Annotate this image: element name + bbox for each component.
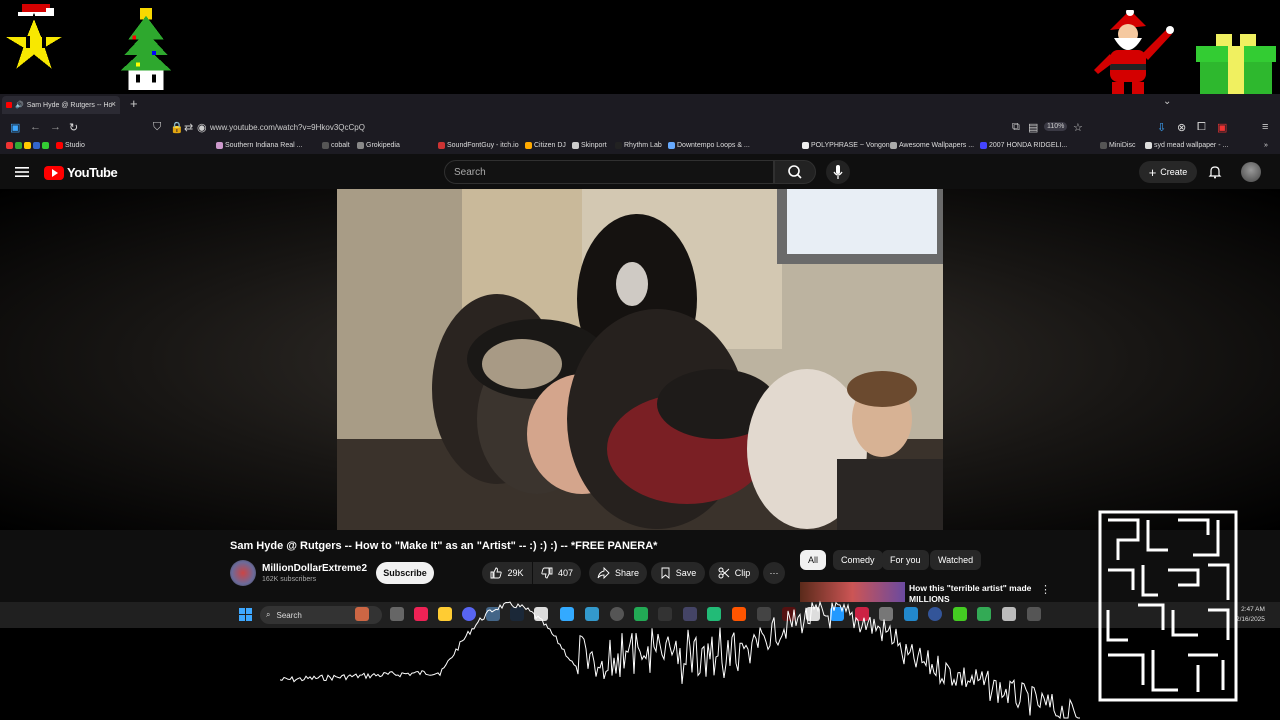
browser-tab-active[interactable]: 🔊 Sam Hyde @ Rutgers -- Ho × (2, 96, 120, 114)
clip-label: Clip (734, 568, 751, 578)
plus-icon: + (1148, 164, 1157, 180)
speaker-icon[interactable]: 🔊 (15, 101, 24, 109)
search-input[interactable] (445, 161, 773, 183)
search-box (444, 160, 774, 184)
back-arrow-icon[interactable]: ← (30, 121, 41, 133)
audio-waveform-visualizer (280, 600, 1080, 720)
clip-icon (718, 567, 730, 579)
create-button[interactable]: + Create (1139, 161, 1197, 183)
app-menu-icon[interactable]: ≡ (1262, 121, 1268, 133)
youtube-play-icon (44, 165, 64, 180)
share-button[interactable]: Share (589, 562, 647, 584)
video-player[interactable] (0, 189, 1280, 530)
share-label: Share (614, 568, 640, 578)
forward-arrow-icon[interactable]: → (50, 121, 61, 133)
bookmark-item[interactable]: Skinport (572, 142, 607, 149)
clip-button[interactable]: Clip (709, 562, 759, 584)
voice-search-button[interactable] (826, 160, 850, 184)
bookmark-item[interactable]: Southern Indiana Real ... (216, 142, 302, 149)
youtube-favicon-icon (6, 102, 12, 108)
account-avatar[interactable] (1241, 162, 1261, 182)
list-all-tabs-chevron-icon[interactable]: ⌄ (1163, 96, 1171, 107)
bookmark-item[interactable]: Rhythm Lab (615, 142, 662, 149)
youtube-logo-text: YouTube (67, 165, 118, 180)
youtube-logo[interactable]: YouTube (44, 165, 118, 180)
more-actions-button[interactable]: ··· (763, 562, 785, 584)
windows-start-icon[interactable] (239, 608, 252, 621)
bookmark-star-icon[interactable]: ☆ (1073, 121, 1083, 134)
reload-icon[interactable]: ↻ (69, 121, 78, 134)
shield-icon[interactable]: ⛉ (153, 121, 161, 134)
bookmark-item[interactable]: MiniDisc (1100, 142, 1135, 149)
dislike-count: 407 (557, 568, 574, 578)
bookmark-item[interactable]: Awesome Wallpapers ... (890, 142, 974, 149)
close-tab-icon[interactable]: × (111, 99, 116, 109)
bookmark-item[interactable]: Citizen DJ (525, 142, 566, 149)
extension-badge-icon[interactable]: ▣ (1217, 121, 1227, 134)
bookmark-item[interactable]: cobalt (322, 142, 350, 149)
search-icon (788, 165, 802, 179)
subscriber-count: 162K subscribers (262, 576, 317, 583)
bell-icon[interactable] (1208, 165, 1222, 179)
lock-icon[interactable]: 🔒 (170, 121, 184, 134)
zoom-level-badge[interactable]: 110% (1044, 122, 1068, 131)
chip-for-you[interactable]: For you (882, 550, 929, 570)
waveform-line (280, 600, 1080, 720)
menu-icon[interactable] (14, 164, 30, 180)
permissions-icon[interactable]: ⇄ (184, 121, 193, 134)
channel-name[interactable]: MillionDollarExtreme2 (262, 563, 367, 574)
url-field[interactable]: www.youtube.com/watch?v=9Hkov3QcCpQ (210, 123, 365, 132)
video-frame[interactable] (337, 189, 943, 530)
sidebar-toggle-icon[interactable]: ▣ (10, 121, 20, 134)
subscribe-button[interactable]: Subscribe (376, 562, 434, 584)
dislike-button[interactable]: 407 (533, 562, 581, 584)
media-icon[interactable]: ◉ (197, 121, 207, 134)
bookmarks-overflow-icon[interactable]: » (1264, 142, 1268, 149)
clock-date: 2/16/2025 (1236, 616, 1265, 623)
ublock-icon[interactable]: ⊗ (1177, 121, 1186, 134)
bookmark-item[interactable]: 2007 HONDA RIDGELI... (980, 142, 1067, 149)
video-title: Sam Hyde @ Rutgers -- How to "Make It" a… (230, 540, 658, 552)
channel-avatar[interactable] (230, 560, 256, 586)
tab-strip: 🔊 Sam Hyde @ Rutgers -- Ho × + ⌄ (0, 94, 1280, 114)
search-button[interactable] (774, 160, 816, 184)
chip-all[interactable]: All (800, 550, 827, 570)
clock-time: 2:47 AM (1241, 606, 1265, 613)
save-button[interactable]: Save (651, 562, 705, 584)
like-count: 29K (507, 568, 524, 578)
new-tab-button[interactable]: + (130, 96, 138, 111)
like-icon (491, 567, 503, 579)
search-icon: ⌕ (266, 610, 271, 619)
browser-window: 🔊 Sam Hyde @ Rutgers -- Ho × + ⌄ ▣ ← → ↻… (0, 94, 1280, 602)
mic-icon (833, 165, 843, 179)
reader-view-icon[interactable]: ▤ (1028, 121, 1038, 134)
system-clock[interactable]: 2:47 AM 2/16/2025 (1236, 605, 1265, 625)
share-icon (597, 567, 610, 579)
bookmark-item[interactable]: Downtempo Loops & ... (668, 142, 750, 149)
like-button[interactable]: 29K (482, 562, 532, 584)
youtube-header: YouTube + Create (0, 156, 1280, 188)
save-label: Save (675, 568, 697, 578)
downloads-icon[interactable]: ⇩ (1157, 121, 1166, 134)
extensions-icon[interactable]: ⧠ (1197, 121, 1206, 134)
bookmark-item[interactable]: Grokipedia (357, 142, 400, 149)
dislike-icon (541, 567, 553, 579)
bookmark-item[interactable]: Studio (56, 142, 85, 149)
create-label: Create (1160, 167, 1188, 177)
bookmark-icons-group[interactable] (6, 142, 49, 149)
picture-in-picture-icon[interactable]: ⧉ (1012, 121, 1020, 134)
tab-title: Sam Hyde @ Rutgers -- Ho (26, 101, 113, 109)
chip-comedy[interactable]: Comedy (833, 550, 883, 570)
pixel-star-santa-hat-decoration (2, 4, 70, 76)
save-icon (661, 567, 670, 579)
bookmark-item[interactable]: SoundFontGuy - itch.io (438, 142, 519, 149)
bookmark-item[interactable]: POLYPHRASE ~ Vongon (802, 142, 890, 149)
bookmark-item[interactable]: syd mead wallpaper - ... (1145, 142, 1228, 149)
pixel-christmas-tree-decoration (120, 8, 172, 91)
maze-logo-decoration (1098, 510, 1238, 702)
navigation-toolbar: ▣ ← → ↻ ⛉ 🔒 ⇄ ◉ www.youtube.com/watch?v=… (0, 114, 1280, 142)
bookmarks-toolbar: Studio Southern Indiana Real ... cobalt … (0, 140, 1280, 154)
chip-watched[interactable]: Watched (930, 550, 982, 570)
